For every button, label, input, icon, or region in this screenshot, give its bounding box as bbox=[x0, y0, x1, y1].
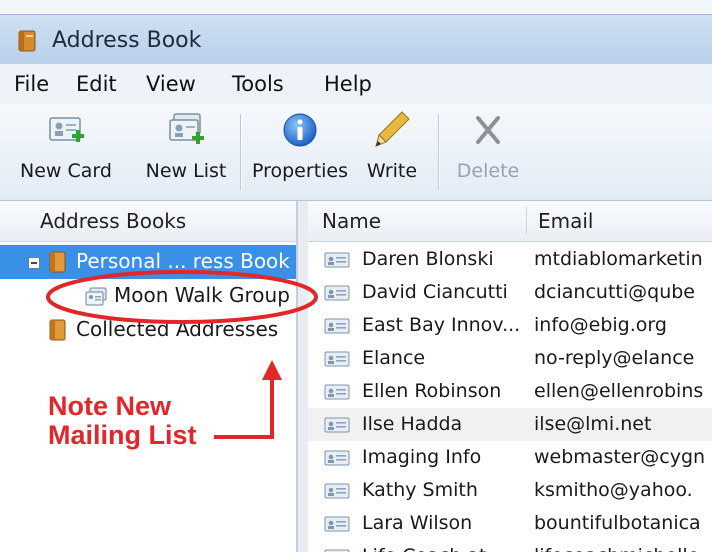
address-book-icon bbox=[49, 319, 66, 341]
contact-card-icon bbox=[324, 285, 350, 301]
menu-tools[interactable]: Tools bbox=[232, 72, 284, 96]
collapse-toggle[interactable] bbox=[28, 257, 40, 269]
table-row[interactable]: Daren Blonski mtdiablomarketin bbox=[308, 243, 712, 276]
contact-card-icon bbox=[324, 483, 350, 499]
contact-card-icon bbox=[324, 516, 350, 532]
annotation-note: Note New Mailing List bbox=[48, 392, 197, 450]
toolbar-separator bbox=[438, 114, 440, 190]
contact-email: ellen@ellenrobins bbox=[534, 380, 704, 402]
contact-name: Kathy Smith bbox=[362, 479, 478, 501]
contact-name: East Bay Innov... bbox=[362, 314, 521, 336]
contact-email: lifecoachmichelle bbox=[534, 545, 712, 552]
column-header-email[interactable]: Email bbox=[538, 209, 594, 233]
contact-email: ilse@lmi.net bbox=[534, 413, 652, 435]
contact-email: info@ebig.org bbox=[534, 314, 667, 336]
table-row[interactable]: Kathy Smith ksmitho@yahoo. bbox=[308, 474, 712, 507]
table-row[interactable]: David Ciancutti dciancutti@qube bbox=[308, 276, 712, 309]
menu-edit[interactable]: Edit bbox=[76, 72, 117, 96]
contact-card-icon bbox=[324, 351, 350, 367]
tree-item-collected-addresses[interactable]: Collected Addresses bbox=[0, 313, 296, 347]
delete-x-icon bbox=[476, 116, 500, 144]
annotation-line-2: Mailing List bbox=[48, 420, 197, 450]
mailing-list-icon bbox=[85, 287, 107, 306]
contact-email: dciancutti@qube bbox=[534, 281, 695, 303]
address-book-window: Address Book File Edit View Tools Help N… bbox=[0, 0, 712, 552]
table-row[interactable]: Lara Wilson bountifulbotanica bbox=[308, 507, 712, 540]
address-book-icon bbox=[49, 251, 66, 273]
window-title: Address Book bbox=[52, 28, 202, 53]
address-book-icon bbox=[18, 30, 36, 52]
contact-name: David Ciancutti bbox=[362, 281, 508, 303]
contact-email: ksmitho@yahoo. bbox=[534, 479, 693, 501]
contact-email: no-reply@elance bbox=[534, 347, 695, 369]
contact-card-icon bbox=[324, 252, 350, 268]
info-icon bbox=[283, 113, 317, 147]
contact-name: Life Coach at... bbox=[362, 545, 534, 552]
delete-button[interactable]: Delete bbox=[446, 104, 530, 200]
tree-item-moon-walk-group[interactable]: Moon Walk Group bbox=[0, 279, 296, 313]
contact-card-icon bbox=[324, 384, 350, 400]
address-books-pane: Address Books Personal ... ress Book Moo… bbox=[0, 201, 298, 552]
menu-view[interactable]: View bbox=[146, 72, 196, 96]
contact-name: Imaging Info bbox=[362, 446, 482, 468]
table-row[interactable]: East Bay Innov... info@ebig.org bbox=[308, 309, 712, 342]
toolbar: New Card New List Properties Write Delet… bbox=[0, 104, 712, 201]
write-button[interactable]: Write bbox=[350, 104, 434, 200]
table-row[interactable]: Life Coach at...lifecoachmichelle bbox=[308, 540, 712, 552]
pencil-icon bbox=[375, 111, 410, 147]
contact-name: Elance bbox=[362, 347, 426, 369]
contact-name: Daren Blonski bbox=[362, 248, 494, 270]
new-list-button[interactable]: New List bbox=[132, 104, 240, 200]
contact-card-icon bbox=[324, 417, 350, 433]
annotation-line-1: Note New bbox=[48, 391, 172, 421]
new-card-button[interactable]: New Card bbox=[2, 104, 130, 200]
contact-email: mtdiablomarketin bbox=[534, 248, 703, 270]
tree-item-personal-address-book[interactable]: Personal ... ress Book bbox=[0, 245, 296, 279]
contacts-header: Name Email bbox=[308, 201, 712, 242]
contact-name: Lara Wilson bbox=[362, 512, 473, 534]
toolbar-separator bbox=[240, 114, 242, 190]
contact-email: bountifulbotanica bbox=[534, 512, 701, 534]
address-books-header[interactable]: Address Books bbox=[0, 201, 296, 242]
table-row[interactable]: Imaging Info webmaster@cygn bbox=[308, 441, 712, 474]
column-header-name[interactable]: Name bbox=[322, 209, 381, 233]
menu-file[interactable]: File bbox=[14, 72, 49, 96]
menu-bar: File Edit View Tools Help bbox=[0, 64, 712, 105]
properties-button[interactable]: Properties bbox=[246, 104, 354, 200]
contact-card-icon bbox=[324, 450, 350, 466]
new-list-icon bbox=[169, 113, 204, 144]
title-bar: Address Book bbox=[0, 14, 712, 65]
contact-name: Ilse Hadda bbox=[362, 413, 463, 435]
table-row[interactable]: Ellen Robinson ellen@ellenrobins bbox=[308, 375, 712, 408]
contact-name: Ellen Robinson bbox=[362, 380, 502, 402]
table-row[interactable]: Ilse Hadda ilse@lmi.net bbox=[308, 408, 712, 441]
contacts-list: Name Email Daren Blonski mtdiablomarketin… bbox=[308, 201, 712, 552]
contact-email: webmaster@cygn bbox=[534, 446, 706, 468]
column-separator[interactable] bbox=[526, 207, 527, 235]
menu-help[interactable]: Help bbox=[324, 72, 372, 96]
new-card-icon bbox=[49, 117, 84, 142]
table-row[interactable]: Elance no-reply@elance bbox=[308, 342, 712, 375]
contact-card-icon bbox=[324, 318, 350, 334]
